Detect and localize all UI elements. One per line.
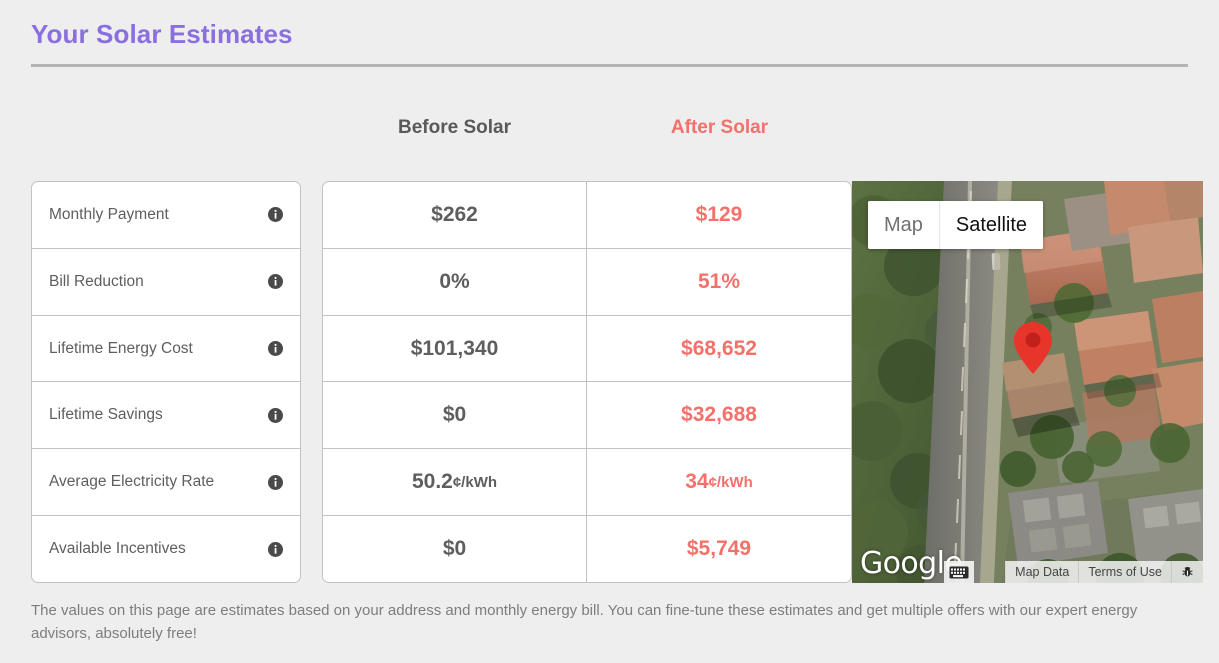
metric-label: Available Incentives [49,540,186,558]
map-type-button-satellite[interactable]: Satellite [939,201,1044,249]
metric-label: Bill Reduction [49,272,144,290]
table-row: Bill Reduction [32,249,300,316]
table-row: 0% 51% [323,248,851,316]
map-attribution-bar: Map Data Terms of Use [1005,561,1203,583]
metric-value-number: 34 [685,470,709,494]
table-gap [301,181,322,583]
table-row: Available Incentives [32,516,300,582]
info-icon[interactable] [268,407,283,423]
metric-value-after-solar: 34 ¢/kWh [587,449,851,515]
metric-values-card: $262 $129 0% 51% $101,340 $68,652 $0 $32,688 50.… [322,181,852,583]
metric-value-before-solar: $101,340 [323,315,587,382]
comparison-column-headers: Before Solar After Solar [322,113,852,143]
table-row: Average Electricity Rate [32,449,300,517]
metric-value-before-solar: $262 [323,182,587,248]
metric-value-number: $5,749 [686,537,752,561]
metric-labels-card: Monthly Payment Bill Reduction Lifetime En… [31,181,301,583]
metric-value-number: $0 [442,403,467,427]
metric-value-after-solar: $68,652 [587,316,851,382]
metric-value-number: $0 [442,537,467,561]
table-row: $0 $32,688 [323,382,851,450]
map-type-control[interactable]: Map Satellite [868,201,1044,249]
metric-value-number: $129 [695,202,743,226]
table-row: $262 $129 [323,182,851,249]
metric-value-before-solar: $0 [323,382,587,449]
metric-value-number: $101,340 [410,336,499,360]
metric-value-number: $68,652 [681,336,757,360]
table-row: $0 $5,749 [323,516,851,582]
keyboard-icon [949,566,969,578]
metric-value-number: 50.2 [411,470,453,494]
metric-value-number: $262 [431,202,478,226]
metric-value-before-solar: 50.2 ¢/kWh [323,449,587,516]
title-divider [31,64,1188,67]
metric-value-after-solar: $129 [587,182,851,248]
solar-estimates-page: Your Solar Estimates Before Solar After … [0,0,1219,663]
metric-value-before-solar: 0% [323,248,587,315]
info-icon[interactable] [268,341,283,357]
info-icon[interactable] [268,207,283,223]
map-type-button-map[interactable]: Map [868,201,940,249]
map-data-link[interactable]: Map Data [1006,561,1080,583]
metric-label: Monthly Payment [49,205,169,223]
column-header-after-solar: After Solar [670,117,769,138]
keyboard-shortcuts-button[interactable] [944,561,974,583]
metric-value-unit: ¢/kWh [708,473,753,491]
metric-label: Average Electricity Rate [49,473,215,491]
table-row: Lifetime Savings [32,382,300,450]
info-icon[interactable] [268,541,283,557]
table-row: Monthly Payment [32,182,300,249]
report-problem-button[interactable] [1172,561,1203,583]
metric-value-number: 0% [439,269,470,293]
property-satellite-map[interactable]: Map Satellite Google Map Data Terms of U… [852,181,1203,583]
metric-value-after-solar: 51% [587,249,851,315]
map-pin-icon[interactable] [1013,321,1053,375]
estimates-disclaimer: The values on this page are estimates ba… [31,602,1138,642]
metric-value-after-solar: $32,688 [587,382,851,448]
page-title: Your Solar Estimates [31,19,293,49]
info-icon[interactable] [268,474,283,490]
table-row: $101,340 $68,652 [323,315,851,383]
metric-value-number: 51% [697,269,741,293]
bug-report-icon [1182,567,1193,577]
terms-of-use-link[interactable]: Terms of Use [1079,561,1172,583]
metric-value-unit: ¢/kWh [452,473,498,491]
table-row: Lifetime Energy Cost [32,316,300,383]
metric-value-number: $32,688 [681,403,757,427]
metric-label: Lifetime Savings [49,406,163,424]
table-row: 50.2 ¢/kWh 34 ¢/kWh [323,449,851,517]
metric-value-before-solar: $0 [323,516,587,582]
column-header-before-solar: Before Solar [398,117,511,138]
info-icon[interactable] [268,274,283,290]
metric-value-after-solar: $5,749 [587,516,851,582]
metric-label: Lifetime Energy Cost [49,339,193,357]
